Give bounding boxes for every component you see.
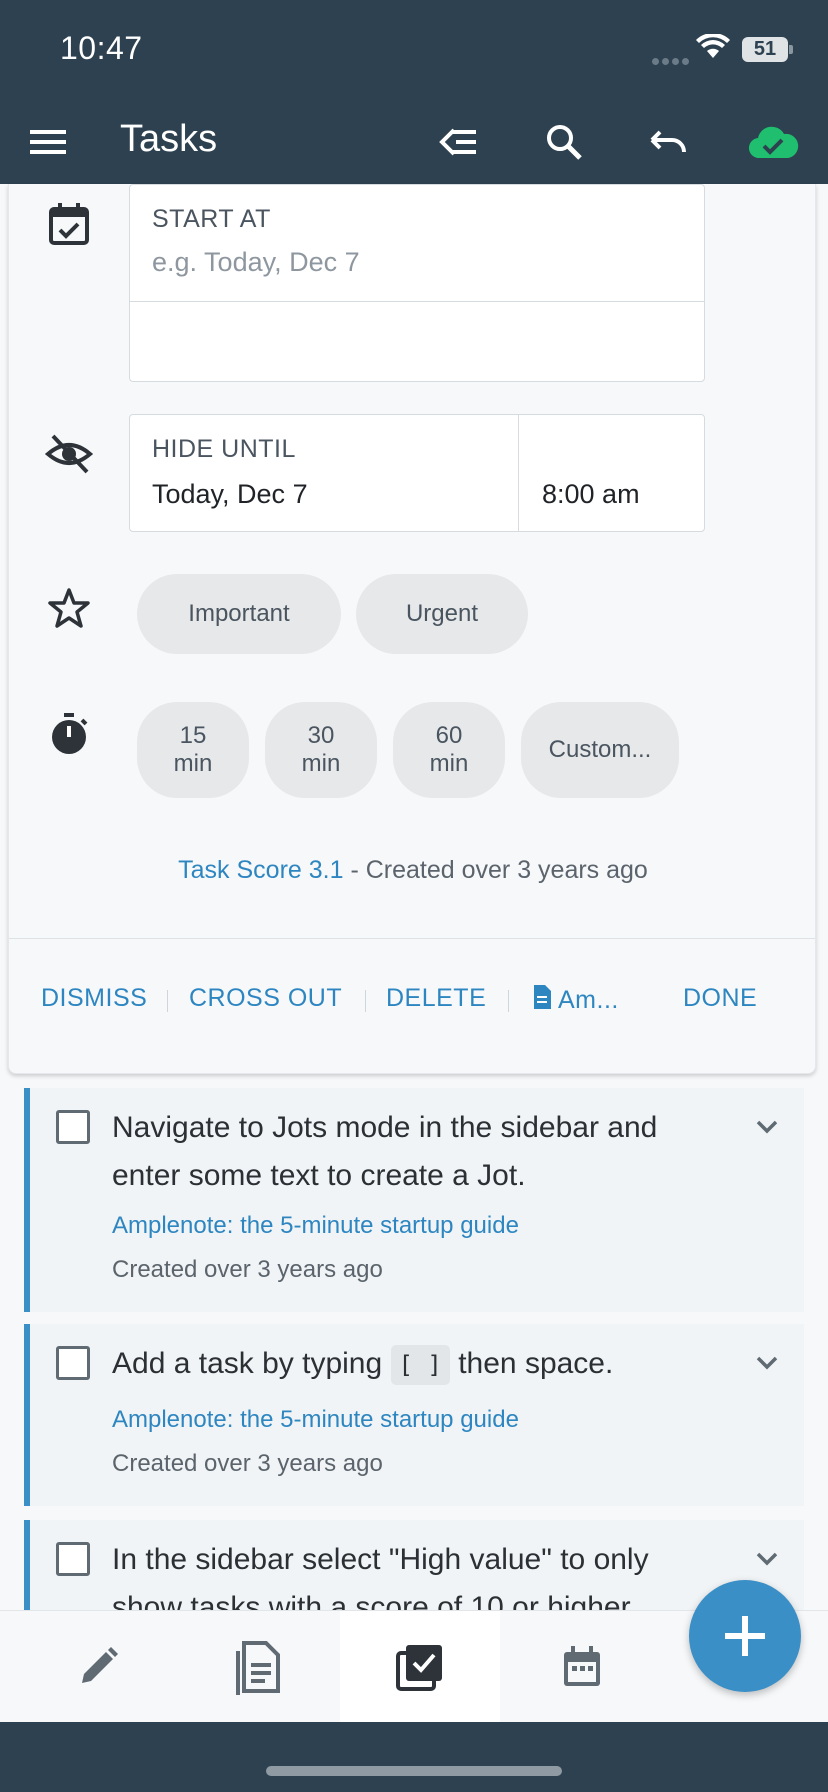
- duration-15-unit: min: [173, 750, 213, 777]
- plus-icon: [725, 1616, 765, 1656]
- duration-30-unit: min: [301, 750, 341, 777]
- duration-15-num: 15: [179, 722, 207, 750]
- task-actions: DISMISS CROSS OUT DELETE Am... DONE: [9, 984, 815, 1024]
- status-time: 10:47: [60, 30, 143, 66]
- chevron-down-icon[interactable]: [752, 1348, 782, 1378]
- duration-60-button[interactable]: 60 min: [393, 702, 505, 798]
- task-checkbox[interactable]: [56, 1110, 90, 1144]
- stopwatch-icon: [52, 713, 88, 754]
- task-created: Created over 3 years ago: [112, 1450, 383, 1477]
- nav-notes[interactable]: [178, 1611, 338, 1723]
- task-created-text: - Created over 3 years ago: [350, 856, 648, 884]
- battery-tip: [789, 45, 793, 54]
- task-item[interactable]: In the sidebar select "High value" to on…: [24, 1520, 804, 1610]
- action-separator: [508, 990, 509, 1012]
- action-separator: [365, 990, 366, 1012]
- chevron-down-icon[interactable]: [752, 1112, 782, 1142]
- wifi-icon: [696, 34, 730, 58]
- task-text[interactable]: Add a task by typing [ ] then space.: [112, 1340, 712, 1388]
- open-note-button[interactable]: Am...: [532, 984, 619, 1015]
- hide-until-label: HIDE UNTIL: [152, 435, 296, 463]
- duration-60-unit: min: [429, 750, 469, 777]
- delete-button[interactable]: DELETE: [386, 984, 486, 1013]
- nav-jots[interactable]: [18, 1611, 178, 1723]
- duration-15-button[interactable]: 15 min: [137, 702, 249, 798]
- duration-30-num: 30: [307, 722, 335, 750]
- task-checkbox[interactable]: [56, 1346, 90, 1380]
- cloud-synced-icon[interactable]: [746, 118, 800, 166]
- task-note-link[interactable]: Amplenote: the 5-minute startup guide: [112, 1212, 519, 1240]
- task-score-link[interactable]: Task Score 3.1: [178, 856, 343, 884]
- dismiss-button[interactable]: DISMISS: [41, 984, 147, 1013]
- calendar-icon: [564, 1646, 600, 1686]
- urgent-button[interactable]: Urgent: [356, 574, 528, 654]
- card-divider: [9, 938, 815, 939]
- search-icon[interactable]: [540, 118, 588, 166]
- chevron-down-icon[interactable]: [752, 1544, 782, 1574]
- task-created: Created over 3 years ago: [112, 1256, 383, 1283]
- task-text[interactable]: In the sidebar select "High value" to on…: [112, 1536, 712, 1610]
- tasks-check-icon: [396, 1645, 442, 1691]
- star-icon: [48, 588, 90, 628]
- nav-calendar[interactable]: [502, 1611, 662, 1723]
- app-bar: Tasks: [0, 100, 828, 184]
- action-separator: [167, 990, 168, 1012]
- hide-until-date[interactable]: Today, Dec 7: [152, 479, 308, 510]
- notes-icon: [236, 1641, 280, 1695]
- battery-icon: 51: [742, 37, 788, 62]
- task-item[interactable]: Add a task by typing [ ] then space. Amp…: [24, 1324, 804, 1506]
- home-indicator-area: [0, 1722, 828, 1792]
- hide-until-field[interactable]: HIDE UNTIL Today, Dec 7 8:00 am: [129, 414, 705, 532]
- task-detail-card: START AT e.g. Today, Dec 7 HIDE UNTIL To…: [8, 184, 816, 1074]
- undo-icon[interactable]: [644, 118, 692, 166]
- start-at-field[interactable]: START AT e.g. Today, Dec 7: [129, 184, 705, 382]
- important-button[interactable]: Important: [137, 574, 341, 654]
- task-score-line: Task Score 3.1 - Created over 3 years ag…: [9, 856, 817, 885]
- field-divider: [518, 415, 519, 531]
- done-button[interactable]: DONE: [683, 984, 757, 1013]
- duration-custom-button[interactable]: Custom...: [521, 702, 679, 798]
- task-text-after: then space.: [458, 1347, 614, 1380]
- task-checkbox[interactable]: [56, 1542, 90, 1576]
- hide-until-time[interactable]: 8:00 am: [542, 479, 640, 510]
- task-code: [ ]: [390, 1345, 450, 1385]
- status-bar: 10:47 51: [0, 0, 828, 100]
- nav-tasks[interactable]: [340, 1611, 500, 1723]
- start-at-placeholder: e.g. Today, Dec 7: [152, 247, 360, 277]
- open-note-label: Am...: [558, 986, 619, 1014]
- calendar-check-icon: [49, 203, 89, 245]
- home-indicator[interactable]: [266, 1766, 562, 1776]
- task-text-before: Add a task by typing: [112, 1347, 383, 1380]
- eye-off-icon: [45, 434, 93, 474]
- task-text[interactable]: Navigate to Jots mode in the sidebar and…: [112, 1104, 712, 1200]
- signal-icon: [652, 52, 692, 70]
- collapse-list-icon[interactable]: [434, 118, 482, 166]
- duration-30-button[interactable]: 30 min: [265, 702, 377, 798]
- task-item[interactable]: Navigate to Jots mode in the sidebar and…: [24, 1088, 804, 1312]
- task-note-link[interactable]: Amplenote: the 5-minute startup guide: [112, 1406, 519, 1434]
- page-title: Tasks: [120, 118, 218, 160]
- cross-out-button[interactable]: CROSS OUT: [189, 984, 342, 1013]
- document-icon: [534, 985, 551, 1009]
- add-button[interactable]: [689, 1580, 801, 1692]
- pencil-icon: [82, 1647, 118, 1683]
- duration-60-num: 60: [435, 722, 463, 750]
- start-at-label: START AT: [152, 205, 271, 233]
- hamburger-menu-icon[interactable]: [26, 122, 70, 162]
- field-divider: [130, 301, 704, 302]
